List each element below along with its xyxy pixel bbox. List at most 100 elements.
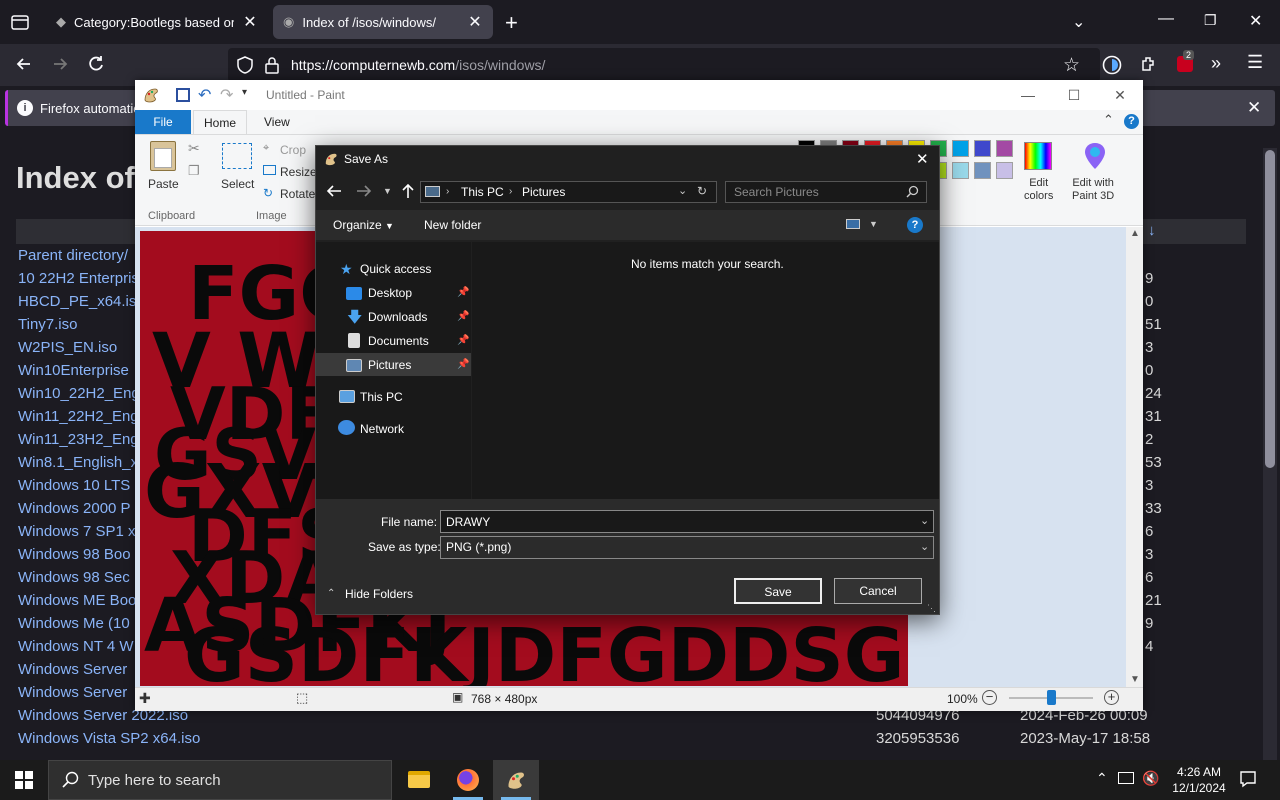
list-item-link[interactable]: Windows 98 Boo: [18, 546, 131, 563]
list-item-link[interactable]: Windows 10 LTS: [18, 477, 130, 494]
new-tab-icon[interactable]: +: [505, 10, 518, 36]
view-options-icon[interactable]: [846, 219, 860, 229]
volume-muted-icon[interactable]: 🔇: [1142, 770, 1159, 787]
edit-colors-button[interactable]: Edit colors: [1024, 177, 1053, 203]
save-type-select[interactable]: PNG (*.png): [440, 536, 934, 559]
lock-icon[interactable]: [264, 56, 280, 74]
list-item-link[interactable]: Windows Me (10: [18, 615, 130, 632]
close-tab-icon[interactable]: ✕: [242, 12, 258, 32]
undo-icon[interactable]: ↶: [198, 85, 211, 105]
select-button[interactable]: Select: [221, 177, 254, 191]
list-item-link[interactable]: Windows 2000 P: [18, 500, 131, 517]
bookmark-star-icon[interactable]: ☆: [1063, 54, 1080, 77]
tab-index-isos[interactable]: ◉ Index of /isos/windows/ ✕: [273, 5, 493, 39]
save-button[interactable]: Save: [734, 578, 822, 604]
close-tab-icon[interactable]: ✕: [467, 12, 483, 32]
organize-button[interactable]: Organize ▼: [333, 218, 394, 232]
tab-bootlegs[interactable]: ◆ Category:Bootlegs based on Wi ✕: [46, 5, 268, 39]
nav-documents[interactable]: Documents: [368, 334, 429, 348]
save-quick-icon[interactable]: [176, 88, 190, 102]
file-name-dropdown-icon[interactable]: ⌄: [920, 514, 929, 527]
list-item-link[interactable]: Windows Server: [18, 684, 127, 701]
color-swatch[interactable]: [952, 162, 969, 179]
list-item-link[interactable]: Win10Enterprise: [18, 362, 129, 379]
zoom-out-icon[interactable]: −: [982, 690, 997, 705]
list-item-link[interactable]: W2PIS_EN.iso: [18, 339, 117, 356]
more-tools-icon[interactable]: »: [1211, 53, 1221, 74]
nav-network[interactable]: Network: [360, 422, 404, 436]
dialog-back-icon[interactable]: [325, 183, 343, 199]
color-swatch[interactable]: [974, 140, 991, 157]
resize-button[interactable]: Resize: [280, 165, 317, 179]
pin-icon[interactable]: 📌: [457, 287, 469, 298]
paint-taskbar-button[interactable]: [493, 760, 539, 800]
pin-icon[interactable]: 📌: [457, 335, 469, 346]
paint-maximize-icon[interactable]: ☐: [1051, 80, 1097, 110]
file-explorer-taskbar-button[interactable]: [396, 760, 442, 800]
list-item-link[interactable]: Windows 98 Sec: [18, 569, 130, 586]
list-all-tabs-icon[interactable]: ⌄: [1072, 12, 1085, 32]
cancel-button[interactable]: Cancel: [834, 578, 922, 604]
pin-icon[interactable]: 📌: [457, 359, 469, 370]
page-scrollbar-thumb[interactable]: [1265, 150, 1275, 468]
forward-icon[interactable]: [50, 54, 70, 74]
taskbar-clock[interactable]: 4:26 AM 12/1/2024: [1160, 764, 1238, 796]
list-item-link[interactable]: Parent directory/: [18, 247, 128, 264]
paint-close-icon[interactable]: ✕: [1097, 80, 1143, 110]
list-item-link[interactable]: Windows Vista SP2 x64.iso: [18, 730, 200, 747]
menu-hamburger-icon[interactable]: ☰: [1247, 52, 1263, 73]
recent-locations-icon[interactable]: ▼: [383, 186, 392, 196]
sort-arrow-icon[interactable]: ↓: [1148, 222, 1156, 239]
dialog-help-icon[interactable]: ?: [907, 217, 923, 233]
list-item-link[interactable]: HBCD_PE_x64.iso: [18, 293, 145, 310]
list-item-link[interactable]: Win11_22H2_Eng: [18, 408, 139, 425]
nav-pictures[interactable]: Pictures: [368, 358, 411, 372]
customize-qat-icon[interactable]: ▾: [242, 87, 247, 98]
select-icon[interactable]: [222, 143, 252, 169]
back-icon[interactable]: [14, 54, 34, 74]
nav-this-pc[interactable]: This PC: [360, 390, 403, 404]
color-swatch[interactable]: [974, 162, 991, 179]
tab-home[interactable]: Home: [193, 110, 247, 135]
maximize-browser-icon[interactable]: ❐: [1204, 12, 1217, 29]
close-notification-icon[interactable]: ✕: [1247, 98, 1261, 118]
rotate-button[interactable]: Rotate: [280, 187, 315, 201]
firefox-taskbar-button[interactable]: [445, 760, 491, 800]
pin-icon[interactable]: 📌: [457, 311, 469, 322]
shield-icon[interactable]: [236, 56, 254, 74]
list-item-link[interactable]: Windows Server: [18, 661, 127, 678]
address-dropdown-icon[interactable]: ⌄: [678, 184, 687, 197]
list-item-link[interactable]: Win8.1_English_x: [18, 454, 138, 471]
breadcrumb-this-pc[interactable]: This PC: [461, 185, 504, 199]
hide-folders-icon[interactable]: ⌃: [327, 588, 335, 599]
redo-icon[interactable]: ↷: [220, 85, 233, 105]
paint-minimize-icon[interactable]: —: [1005, 80, 1051, 110]
close-browser-icon[interactable]: ✕: [1249, 11, 1262, 31]
color-swatch[interactable]: [996, 140, 1013, 157]
dialog-forward-icon[interactable]: [355, 183, 373, 199]
list-item-link[interactable]: Windows ME Boo: [18, 592, 136, 609]
canvas-vertical-scrollbar[interactable]: ▲ ▼: [1126, 227, 1143, 687]
notifications-icon[interactable]: [1239, 770, 1257, 788]
cut-icon[interactable]: ✂: [188, 140, 200, 157]
hide-folders-button[interactable]: Hide Folders: [345, 587, 413, 601]
minimize-browser-icon[interactable]: —: [1158, 10, 1174, 28]
collapse-ribbon-icon[interactable]: ⌃: [1103, 112, 1114, 128]
color-swatch[interactable]: [952, 140, 969, 157]
zoom-in-icon[interactable]: +: [1104, 690, 1119, 705]
resize-grip-icon[interactable]: ⋱: [927, 603, 936, 614]
list-item-link[interactable]: Windows NT 4 W: [18, 638, 134, 655]
tab-view[interactable]: View: [264, 115, 290, 129]
nav-quick-access[interactable]: Quick access: [360, 262, 431, 276]
tab-overview-icon[interactable]: [10, 12, 30, 32]
zoom-slider-thumb[interactable]: [1047, 690, 1056, 705]
rotate-icon[interactable]: ↻: [263, 186, 273, 200]
edit-colors-icon[interactable]: [1024, 142, 1052, 170]
list-item-link[interactable]: Windows 7 SP1 x: [18, 523, 136, 540]
start-windows-icon[interactable]: [15, 771, 33, 789]
file-name-input[interactable]: [440, 510, 934, 533]
dialog-close-icon[interactable]: ✕: [916, 150, 929, 168]
paste-icon[interactable]: [150, 141, 176, 171]
edit-paint3d-button[interactable]: Edit with Paint 3D: [1072, 177, 1114, 203]
copy-icon[interactable]: ❐: [188, 163, 200, 179]
